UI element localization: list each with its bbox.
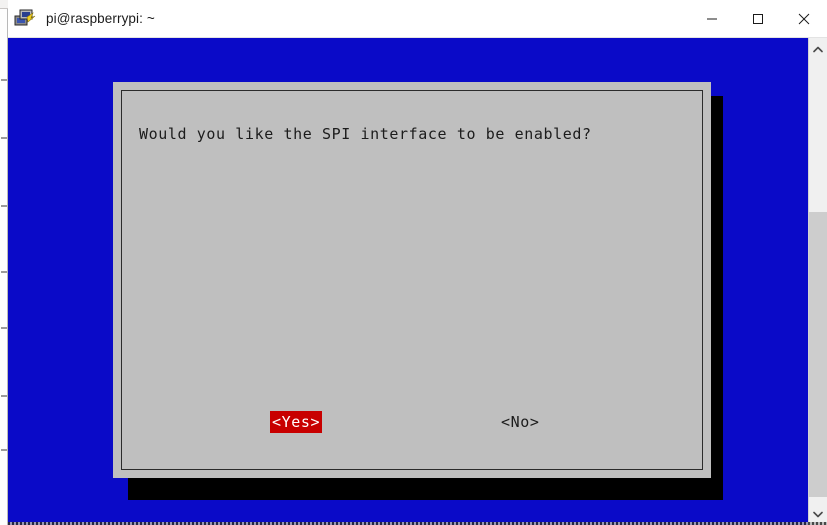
dialog-inner-frame: Would you like the SPI interface to be e…	[121, 90, 703, 470]
window-titlebar[interactable]: pi@raspberrypi: ~	[8, 0, 827, 38]
putty-window: pi@raspberrypi: ~ Would you like the SPI…	[8, 0, 827, 525]
scroll-up-button[interactable]	[809, 40, 827, 58]
window-title: pi@raspberrypi: ~	[46, 11, 155, 26]
dialog-prompt-text: Would you like the SPI interface to be e…	[139, 125, 592, 143]
terminal-canvas[interactable]: Would you like the SPI interface to be e…	[8, 38, 808, 525]
terminal-scrollbar[interactable]	[808, 38, 827, 525]
scrollbar-thumb[interactable]	[809, 212, 827, 497]
maximize-button[interactable]	[735, 0, 781, 38]
yes-button[interactable]: <Yes>	[270, 411, 323, 433]
no-button[interactable]: <No>	[499, 411, 542, 433]
close-button[interactable]	[781, 0, 827, 38]
dialog-button-row: <Yes> <No>	[122, 411, 702, 433]
scroll-down-button[interactable]	[809, 505, 827, 523]
putty-terminal-icon	[14, 9, 36, 29]
spi-confirmation-dialog: Would you like the SPI interface to be e…	[113, 82, 711, 478]
window-controls	[689, 0, 827, 38]
screen: Drop ⌄ Zulli ⌄ Conc ⌄ Amo ⌄ Misc ⌄ what …	[0, 0, 827, 525]
minimize-button[interactable]	[689, 0, 735, 38]
background-page-sliver	[0, 9, 8, 525]
